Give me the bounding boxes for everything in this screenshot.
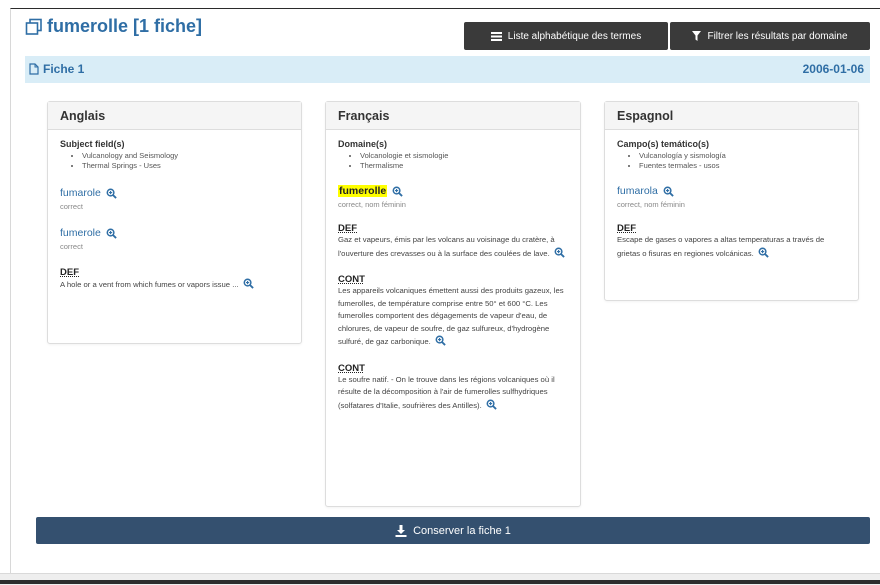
domain-item: Vulcanology and Seismology <box>82 151 289 161</box>
page-title-text: fumerolle [1 fiche] <box>47 16 203 36</box>
context-text-content: Le soufre natif. - On le trouve dans les… <box>338 374 555 410</box>
panel-anglais-heading: Anglais <box>48 102 301 130</box>
domain-item: Volcanologie et sismologie <box>360 151 568 161</box>
zoom-in-icon[interactable] <box>554 247 565 258</box>
context-label: CONT <box>338 274 365 285</box>
alphabetical-list-button[interactable]: Liste alphabétique des termes <box>464 22 668 50</box>
zoom-in-icon[interactable] <box>392 186 403 197</box>
taskbar-edge <box>0 580 880 584</box>
definition-text-content: Escape de gases o vapores a altas temper… <box>617 235 825 258</box>
term-status: correct <box>60 202 83 211</box>
subject-field-list: Vulcanología y sismología Fuentes termal… <box>639 151 846 171</box>
fiche-label-text: Fiche 1 <box>43 62 85 76</box>
fiche-date: 2006-01-06 <box>802 62 864 76</box>
term-text[interactable]: fumarole <box>60 187 101 199</box>
panel-anglais: Anglais Subject field(s) Vulcanology and… <box>47 101 302 344</box>
panel-francais: Français Domaine(s) Volcanologie et sism… <box>325 101 581 507</box>
term-text[interactable]: fumarola <box>617 185 658 197</box>
term-fumerolle-fr[interactable]: fumerolle <box>338 185 568 197</box>
term-text[interactable]: fumerole <box>60 227 101 239</box>
definition-text-content: Gaz et vapeurs, émis par les volcans au … <box>338 235 555 258</box>
context-label: CONT <box>338 362 365 374</box>
context-text: Les appareils volcaniques émettent aussi… <box>338 285 568 349</box>
zoom-in-icon[interactable] <box>106 228 117 239</box>
term-text[interactable]: fumerolle <box>338 185 388 197</box>
filter-icon <box>692 31 702 41</box>
fiche-bar: Fiche 1 2006-01-06 <box>25 56 870 83</box>
definition-text: Gaz et vapeurs, émis par les volcans au … <box>338 234 568 260</box>
zoom-in-icon[interactable] <box>243 278 254 289</box>
zoom-in-icon[interactable] <box>663 186 674 197</box>
subject-field-title: Campo(s) temático(s) <box>617 139 710 149</box>
domain-title: Domaine(s) <box>338 139 388 149</box>
term-status: correct, nom féminin <box>617 200 685 209</box>
panel-espagnol: Espagnol Campo(s) temático(s) Vulcanolog… <box>604 101 859 301</box>
file-icon <box>29 63 39 75</box>
definition-label: DEF <box>617 223 636 234</box>
domain-item: Vulcanología y sismología <box>639 151 846 161</box>
alphabetical-list-label: Liste alphabétique des termes <box>507 30 642 42</box>
definition-text-content: A hole or a vent from which fumes or vap… <box>60 280 239 289</box>
domain-list: Volcanologie et sismologie Thermalisme <box>360 151 568 171</box>
zoom-in-icon[interactable] <box>435 335 446 346</box>
zoom-in-icon[interactable] <box>486 399 497 410</box>
save-fiche-button[interactable]: Conserver la fiche 1 <box>36 517 870 544</box>
page-header: fumerolle [1 fiche] Liste alphabétique d… <box>25 14 870 54</box>
domain-item: Fuentes termales - usos <box>639 161 846 171</box>
definition-label: DEF <box>338 223 357 234</box>
list-icon <box>490 31 502 41</box>
panel-espagnol-heading: Espagnol <box>605 102 858 130</box>
domain-item: Thermalisme <box>360 161 568 171</box>
download-icon <box>395 524 407 537</box>
context-text-content: Les appareils volcaniques émettent aussi… <box>338 286 564 346</box>
term-status: correct <box>60 242 83 251</box>
filter-by-domain-label: Filtrer les résultats par domaine <box>707 30 848 42</box>
fiche-label: Fiche 1 <box>29 62 84 76</box>
filter-by-domain-button[interactable]: Filtrer les résultats par domaine <box>670 22 870 50</box>
definition-text: A hole or a vent from which fumes or vap… <box>60 278 289 292</box>
save-fiche-label: Conserver la fiche 1 <box>413 524 511 537</box>
term-fumarole-en[interactable]: fumarole <box>60 187 289 199</box>
definition-text: Escape de gases o vapores a altas temper… <box>617 234 846 260</box>
zoom-in-icon[interactable] <box>758 247 769 258</box>
domain-item: Thermal Springs - Uses <box>82 161 289 171</box>
copy-icon <box>25 18 42 35</box>
page-title: fumerolle [1 fiche] <box>25 16 202 37</box>
subject-field-title: Subject field(s) <box>60 139 125 149</box>
panel-francais-heading: Français <box>326 102 580 130</box>
definition-label: DEF <box>60 267 79 278</box>
term-fumarola-es[interactable]: fumarola <box>617 185 846 197</box>
zoom-in-icon[interactable] <box>106 188 117 199</box>
context-text: Le soufre natif. - On le trouve dans les… <box>338 374 568 413</box>
subject-field-list: Vulcanology and Seismology Thermal Sprin… <box>82 151 289 171</box>
term-status: correct, nom féminin <box>338 200 406 209</box>
term-fumerole-en[interactable]: fumerole <box>60 227 289 239</box>
